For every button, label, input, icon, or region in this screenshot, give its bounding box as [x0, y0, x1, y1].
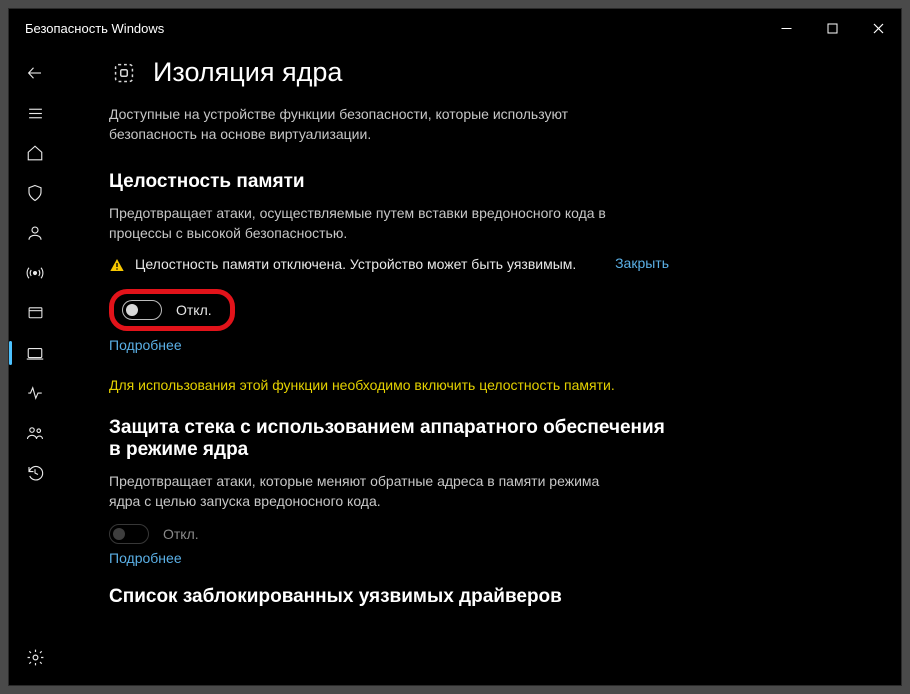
- requirement-note: Для использования этой функции необходим…: [109, 375, 629, 395]
- window-controls: [763, 9, 901, 47]
- blocklist-heading: Список заблокированных уязвимых драйверо…: [109, 586, 861, 608]
- network-icon[interactable]: [9, 253, 61, 293]
- home-icon[interactable]: [9, 133, 61, 173]
- minimize-button[interactable]: [763, 9, 809, 47]
- warning-banner: Целостность памяти отключена. Устройство…: [109, 255, 669, 275]
- device-security-icon[interactable]: [9, 333, 61, 373]
- stack-protection-more-link[interactable]: Подробнее: [109, 550, 182, 566]
- back-button[interactable]: [9, 53, 61, 93]
- page-lead: Доступные на устройстве функции безопасн…: [109, 104, 629, 145]
- stack-protection-heading: Защита стека с использованием аппаратног…: [109, 417, 669, 461]
- memory-integrity-more-link[interactable]: Подробнее: [109, 337, 182, 353]
- window-title: Безопасность Windows: [25, 21, 164, 36]
- highlighted-toggle-area: Откл.: [109, 289, 235, 331]
- maximize-button[interactable]: [809, 9, 855, 47]
- sidebar: [9, 47, 61, 685]
- app-icon[interactable]: [9, 293, 61, 333]
- warning-icon: [109, 257, 125, 273]
- security-window: Безопасность Windows: [8, 8, 902, 686]
- menu-icon[interactable]: [9, 93, 61, 133]
- dismiss-warning-link[interactable]: Закрыть: [609, 255, 669, 271]
- history-icon[interactable]: [9, 453, 61, 493]
- close-button[interactable]: [855, 9, 901, 47]
- shield-icon[interactable]: [9, 173, 61, 213]
- stack-protection-toggle: [109, 524, 149, 544]
- content-area: Изоляция ядра Доступные на устройстве фу…: [61, 47, 901, 685]
- family-icon[interactable]: [9, 413, 61, 453]
- core-isolation-icon: [109, 58, 139, 88]
- account-icon[interactable]: [9, 213, 61, 253]
- memory-integrity-heading: Целостность памяти: [109, 171, 861, 193]
- titlebar: Безопасность Windows: [9, 9, 901, 47]
- warning-text: Целостность памяти отключена. Устройство…: [135, 255, 599, 275]
- memory-integrity-desc: Предотвращает атаки, осуществляемые путе…: [109, 203, 629, 244]
- memory-integrity-toggle[interactable]: [122, 300, 162, 320]
- page-title: Изоляция ядра: [153, 57, 342, 88]
- performance-icon[interactable]: [9, 373, 61, 413]
- settings-icon[interactable]: [9, 637, 61, 677]
- memory-integrity-toggle-label: Откл.: [176, 302, 212, 318]
- stack-protection-toggle-label: Откл.: [163, 526, 199, 542]
- stack-protection-desc: Предотвращает атаки, которые меняют обра…: [109, 471, 629, 512]
